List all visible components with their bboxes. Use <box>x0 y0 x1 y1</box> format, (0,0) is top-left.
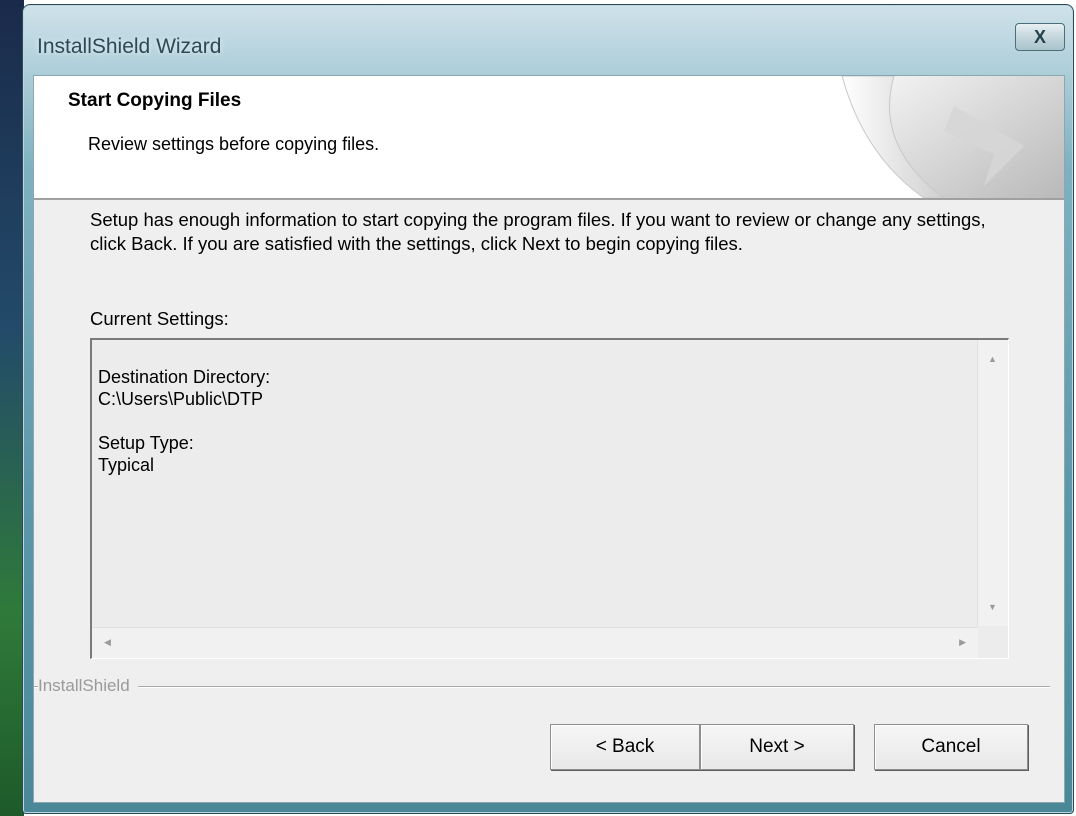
cancel-button[interactable]: Cancel <box>874 724 1028 770</box>
current-settings-box[interactable]: Destination Directory: C:\Users\Public\D… <box>90 338 1009 659</box>
setting-name: Setup Type: <box>98 433 194 453</box>
settings-content: Destination Directory: C:\Users\Public\D… <box>98 366 958 498</box>
window-title: InstallShield Wizard <box>37 35 222 58</box>
wizard-client-area: Start Copying Files Review settings befo… <box>33 75 1065 803</box>
divider <box>34 686 1050 688</box>
vertical-scrollbar[interactable]: ▲ ▼ <box>977 340 1008 626</box>
installshield-wizard-window: InstallShield Wizard X Start Copying Fil… <box>22 4 1074 814</box>
page-curl-arrow-graphic <box>841 76 1064 198</box>
page-title: Start Copying Files <box>68 90 242 111</box>
setting-setup-type: Setup Type: Typical <box>98 432 958 476</box>
close-icon: X <box>1033 27 1046 47</box>
scroll-left-icon[interactable]: ◀ <box>104 637 111 648</box>
title-bar[interactable]: InstallShield Wizard X <box>23 5 1073 75</box>
setting-name: Destination Directory: <box>98 367 271 387</box>
close-button[interactable]: X <box>1015 23 1065 51</box>
installshield-branding: InstallShield <box>34 676 1064 696</box>
scroll-right-icon[interactable]: ▶ <box>959 637 966 648</box>
instructions-text: Setup has enough information to start co… <box>90 209 986 254</box>
next-button[interactable]: Next > <box>700 724 854 770</box>
setting-value: Typical <box>98 455 155 475</box>
back-button[interactable]: < Back <box>550 724 700 770</box>
page-subtitle: Review settings before copying files. <box>88 134 380 154</box>
setting-value: C:\Users\Public\DTP <box>98 389 264 409</box>
scroll-corner <box>978 628 1008 658</box>
desktop-background <box>0 0 24 816</box>
setting-destination-directory: Destination Directory: C:\Users\Public\D… <box>98 366 958 410</box>
horizontal-scrollbar[interactable]: ◀ ▶ <box>92 627 978 658</box>
brand-label: InstallShield <box>38 676 138 696</box>
scroll-down-icon[interactable]: ▼ <box>988 602 997 612</box>
current-settings-label: Current Settings: <box>90 308 229 329</box>
header-banner: Start Copying Files Review settings befo… <box>34 76 1064 200</box>
scroll-up-icon[interactable]: ▲ <box>988 354 997 364</box>
